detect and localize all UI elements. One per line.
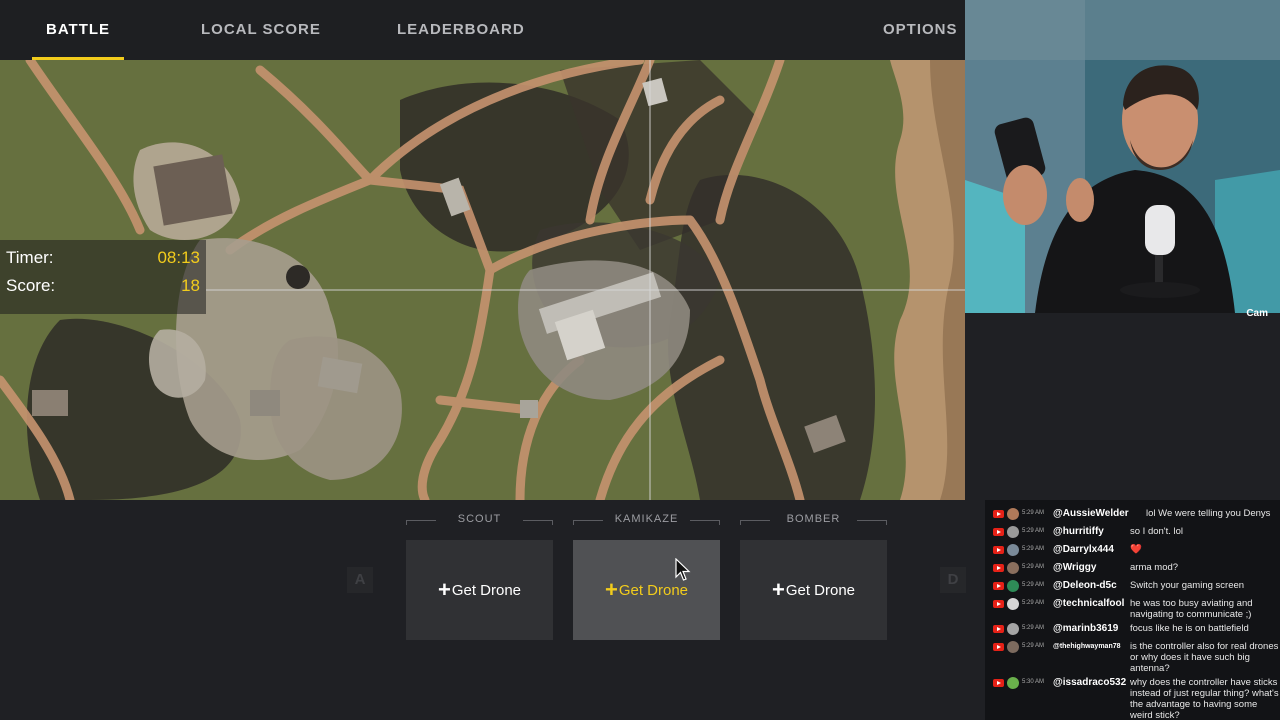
youtube-icon bbox=[993, 564, 1004, 572]
slot-action-label: Get Drone bbox=[785, 581, 856, 599]
key-hint-left: A bbox=[347, 567, 373, 593]
chat-user: @Darrylx444 bbox=[1053, 544, 1114, 555]
timer-row: Timer: 08:13 bbox=[6, 248, 200, 276]
chat-user: @hurritiffy bbox=[1053, 526, 1104, 537]
tab-battle[interactable]: BATTLE bbox=[31, 0, 125, 60]
avatar bbox=[1007, 526, 1019, 538]
key-hint-right: D bbox=[940, 567, 966, 593]
chat-text: lol We were telling you Denys bbox=[1146, 508, 1271, 519]
youtube-icon bbox=[993, 582, 1004, 590]
game-screen: BATTLE LOCAL SCORE LEADERBOARD OPTIONS T… bbox=[0, 0, 1280, 720]
chat-time: 5:29 AM bbox=[1022, 625, 1045, 631]
slot-title: KAMIKAZE bbox=[614, 513, 679, 525]
youtube-icon bbox=[993, 643, 1004, 651]
avatar bbox=[1007, 562, 1019, 574]
avatar bbox=[1007, 508, 1019, 520]
avatar bbox=[1007, 641, 1019, 653]
chat-user: @Deleon-d5c bbox=[1053, 580, 1117, 591]
chat-time: 5:29 AM bbox=[1022, 643, 1045, 649]
chat-time: 5:29 AM bbox=[1022, 600, 1045, 606]
webcam-feed bbox=[965, 0, 1280, 313]
youtube-icon bbox=[993, 600, 1004, 608]
chat-text: arma mod? bbox=[1130, 562, 1179, 573]
youtube-icon bbox=[993, 528, 1004, 536]
avatar bbox=[1007, 580, 1019, 592]
chat-user: @marinb3619 bbox=[1053, 623, 1119, 634]
youtube-icon bbox=[993, 546, 1004, 554]
cam-label: Cam bbox=[1246, 308, 1268, 319]
webcam-image bbox=[965, 0, 1280, 313]
chat-time: 5:29 AM bbox=[1022, 528, 1045, 534]
plus-icon: + bbox=[437, 577, 451, 602]
slot-title: BOMBER bbox=[786, 513, 841, 525]
chat-user: @thehighwayman78 bbox=[1053, 643, 1121, 650]
chat-user: @AussieWelder bbox=[1053, 508, 1129, 519]
chat-time: 5:30 AM bbox=[1022, 679, 1045, 685]
score-row: Score: 18 bbox=[6, 276, 200, 304]
plus-icon: + bbox=[604, 577, 618, 602]
chat-user: @issadraco532 bbox=[1053, 677, 1127, 688]
get-kamikaze-drone-button[interactable]: + Get Drone bbox=[573, 540, 720, 640]
slot-header-scout: SCOUT bbox=[406, 513, 553, 527]
chat-text: Switch your gaming screen bbox=[1130, 580, 1245, 591]
timer-label: Timer: bbox=[6, 248, 54, 267]
chat-text: is the controller also for real drones o… bbox=[1130, 641, 1279, 674]
get-bomber-drone-button[interactable]: + Get Drone bbox=[740, 540, 887, 640]
score-value: 18 bbox=[181, 276, 200, 295]
avatar bbox=[1007, 623, 1019, 635]
chat-text: why does the controller have sticks inst… bbox=[1130, 677, 1279, 720]
avatar bbox=[1007, 544, 1019, 556]
youtube-icon bbox=[993, 679, 1004, 687]
slot-action-label: Get Drone bbox=[618, 581, 689, 599]
slot-title: SCOUT bbox=[457, 513, 502, 525]
slot-action-label: Get Drone bbox=[451, 581, 522, 599]
youtube-icon bbox=[993, 510, 1004, 518]
mouse-cursor-icon bbox=[675, 558, 691, 581]
chat-text: ❤️ bbox=[1130, 544, 1142, 555]
timer-value: 08:13 bbox=[157, 248, 200, 267]
score-label: Score: bbox=[6, 276, 56, 295]
top-nav: BATTLE LOCAL SCORE LEADERBOARD OPTIONS bbox=[0, 0, 965, 60]
tab-local-score[interactable]: LOCAL SCORE bbox=[201, 0, 321, 60]
battle-hud: Timer: 08:13 Score: 18 bbox=[0, 240, 206, 314]
chat-user: @technicalfool bbox=[1053, 598, 1125, 609]
plus-icon: + bbox=[771, 577, 785, 602]
chat-text: he was too busy aviating and navigating … bbox=[1130, 598, 1253, 620]
chat-text: so I don't. lol bbox=[1130, 526, 1184, 537]
tab-leaderboard[interactable]: LEADERBOARD bbox=[397, 0, 525, 60]
live-chat: 5:29 AM @AussieWelder lol We were tellin… bbox=[985, 500, 1280, 720]
drone-panel: A SCOUT + Get Drone KAMIKAZE + Get Drone B… bbox=[0, 500, 985, 720]
slot-header-kamikaze: KAMIKAZE bbox=[573, 513, 720, 527]
chat-time: 5:29 AM bbox=[1022, 564, 1045, 570]
avatar bbox=[1007, 677, 1019, 689]
avatar bbox=[1007, 598, 1019, 610]
chat-time: 5:29 AM bbox=[1022, 546, 1045, 552]
slot-header-bomber: BOMBER bbox=[740, 513, 887, 527]
battle-map[interactable]: Timer: 08:13 Score: 18 bbox=[0, 60, 965, 500]
chat-user: @Wriggy bbox=[1053, 562, 1097, 573]
chat-time: 5:29 AM bbox=[1022, 582, 1045, 588]
tab-options[interactable]: OPTIONS bbox=[883, 0, 958, 60]
chat-text: focus like he is on battlefield bbox=[1130, 623, 1249, 634]
chat-time: 5:29 AM bbox=[1022, 510, 1045, 516]
get-scout-drone-button[interactable]: + Get Drone bbox=[406, 540, 553, 640]
youtube-icon bbox=[993, 625, 1004, 633]
